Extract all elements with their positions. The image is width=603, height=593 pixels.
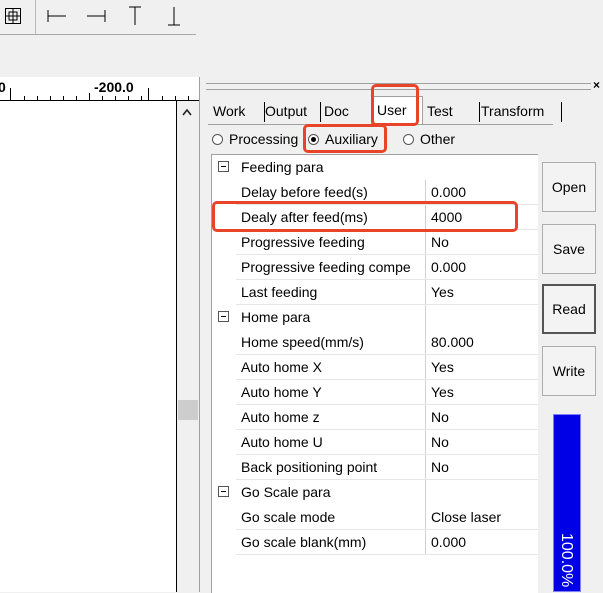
radio-other[interactable]: Other — [403, 128, 455, 150]
progress-text: 100.0% — [558, 533, 575, 588]
grid-align-icon[interactable] — [0, 4, 26, 28]
grid-value[interactable]: Yes — [431, 359, 537, 375]
align-right-icon[interactable] — [83, 4, 109, 28]
vertical-scrollbar[interactable] — [177, 101, 199, 592]
tab-test[interactable]: Test — [422, 100, 480, 122]
write-button[interactable]: Write — [542, 346, 596, 396]
align-bottom-icon[interactable] — [161, 4, 187, 28]
grid-category-home[interactable]: Home para — [212, 305, 538, 330]
grid-category-feeding[interactable]: Feeding para — [212, 155, 538, 180]
grid-row[interactable]: Auto home U No — [212, 430, 538, 455]
radio-auxiliary[interactable]: Auxiliary — [308, 128, 378, 150]
align-top-icon[interactable] — [122, 4, 148, 28]
collapse-icon[interactable] — [218, 486, 229, 497]
grid-row[interactable]: Last feeding Yes — [212, 280, 538, 305]
radio-processing-dot[interactable] — [212, 133, 223, 145]
grid-value[interactable]: No — [431, 434, 537, 450]
toolbar — [0, 0, 196, 35]
panel-splitter[interactable] — [199, 77, 205, 592]
grid-row[interactable]: Go scale mode Close laser — [212, 505, 538, 530]
grid-row[interactable]: Home speed(mm/s) 80.000 — [212, 330, 538, 355]
grid-row[interactable]: Delay before feed(s) 0.000 — [212, 180, 538, 205]
grid-row[interactable]: Progressive feeding No — [212, 230, 538, 255]
radio-processing[interactable]: Processing — [212, 128, 301, 150]
grid-value[interactable]: Yes — [431, 284, 537, 300]
close-icon[interactable]: × — [593, 78, 600, 92]
open-button[interactable]: Open — [542, 162, 596, 212]
grid-value[interactable]: 0.000 — [431, 534, 537, 550]
grid-value[interactable]: 0.000 — [431, 184, 537, 200]
grid-row[interactable]: Auto home X Yes — [212, 355, 538, 380]
grid-value[interactable]: No — [431, 459, 537, 475]
grid-value[interactable]: 80.000 — [431, 334, 537, 350]
grid-row[interactable]: Back positioning point No — [212, 455, 538, 480]
property-grid: Feeding para Delay before feed(s) 0.000 … — [211, 154, 538, 593]
grid-value[interactable]: No — [431, 409, 537, 425]
tab-doc[interactable]: Doc — [319, 100, 365, 122]
grid-row[interactable]: Auto home Y Yes — [212, 380, 538, 405]
align-left-icon[interactable] — [44, 4, 70, 28]
tab-output[interactable]: Output — [260, 100, 321, 122]
grid-row[interactable]: Auto home z No — [212, 405, 538, 430]
save-button[interactable]: Save — [542, 224, 596, 274]
grid-row[interactable]: Dealy after feed(ms) 4000 — [212, 205, 538, 230]
progress-gauge: 100.0% — [553, 414, 581, 592]
scrollbar-thumb[interactable] — [178, 400, 198, 420]
panel-title-grip[interactable] — [206, 83, 591, 90]
scroll-up-icon[interactable] — [181, 107, 193, 117]
radio-other-dot[interactable] — [403, 133, 414, 145]
tab-user[interactable]: User — [371, 96, 423, 125]
grid-value[interactable]: Yes — [431, 384, 537, 400]
collapse-icon[interactable] — [218, 311, 229, 322]
ruler-label-left: 0 — [0, 79, 6, 95]
tab-work[interactable]: Work — [208, 100, 265, 122]
grid-row[interactable]: Go scale blank(mm) 0.000 — [212, 530, 538, 555]
collapse-icon[interactable] — [218, 161, 229, 172]
grid-category-go-scale[interactable]: Go Scale para — [212, 480, 538, 505]
horizontal-ruler: 0 -200.0 — [0, 77, 199, 101]
drawing-canvas[interactable] — [0, 101, 177, 592]
grid-value[interactable]: No — [431, 234, 537, 250]
grid-value[interactable]: 0.000 — [431, 259, 537, 275]
grid-row[interactable]: Progressive feeding compe 0.000 — [212, 255, 538, 280]
ruler-label-mid: -200.0 — [94, 79, 134, 95]
grid-value[interactable]: Close laser — [431, 509, 537, 525]
read-button[interactable]: Read — [542, 284, 596, 334]
radio-auxiliary-dot[interactable] — [308, 133, 319, 145]
grid-value[interactable]: 4000 — [431, 209, 537, 225]
tab-transform[interactable]: Transform — [476, 100, 562, 122]
